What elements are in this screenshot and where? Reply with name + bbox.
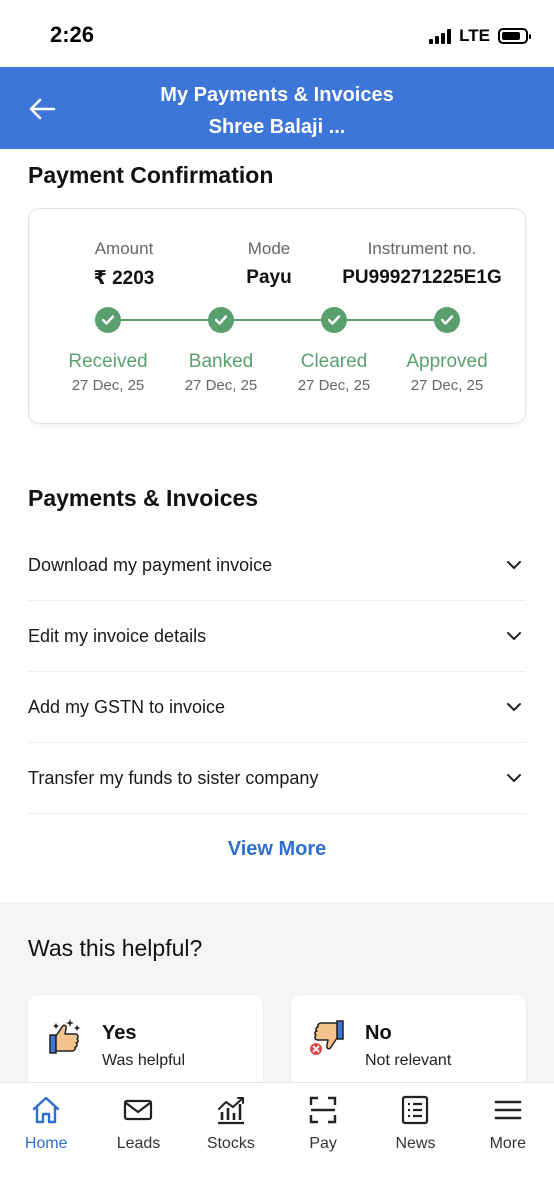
step-name: Cleared: [300, 351, 368, 372]
mode-block: Mode Payu: [219, 239, 319, 289]
instrument-block: Instrument no. PU999271225E1G: [329, 239, 515, 289]
chevron-down-icon: [504, 697, 524, 717]
instrument-value: PU999271225E1G: [342, 267, 502, 288]
step-date: 27 Dec, 25: [71, 377, 145, 394]
header-text: My Payments & Invoices Shree Balaji ...: [0, 79, 554, 143]
chevron-down-icon: [504, 555, 524, 575]
thumbs-down-icon: [310, 1020, 344, 1055]
bottom-nav: Home Leads Stocks Pay News More: [0, 1082, 554, 1200]
nav-pay[interactable]: Pay: [277, 1083, 369, 1200]
faq-add-gstn[interactable]: Add my GSTN to invoice: [28, 672, 526, 743]
page-title: My Payments & Invoices: [160, 84, 394, 106]
feedback-yes-title: Yes: [102, 1022, 137, 1044]
view-more-link[interactable]: View More: [0, 838, 554, 861]
mail-icon: [121, 1093, 155, 1127]
menu-icon: [491, 1093, 525, 1127]
faq-transfer-funds[interactable]: Transfer my funds to sister company: [28, 743, 526, 814]
feedback-yes-subtitle: Was helpful: [102, 1052, 185, 1069]
step-received: Received 27 Dec, 25: [48, 351, 168, 394]
chevron-down-icon: [504, 768, 524, 788]
payments-invoices-title: Payments & Invoices: [28, 485, 259, 511]
nav-label: Stocks: [206, 1135, 255, 1152]
amount-block: Amount ₹ 2203: [69, 239, 179, 290]
feedback-no-subtitle: Not relevant: [365, 1052, 452, 1069]
faq-text: Download my payment invoice: [28, 554, 273, 575]
nav-stocks[interactable]: Stocks: [185, 1083, 277, 1200]
payment-confirmation-title: Payment Confirmation: [28, 162, 274, 188]
scan-icon: [306, 1093, 340, 1127]
chart-icon: [214, 1093, 248, 1127]
thumbs-up-icon: [49, 1019, 80, 1054]
step-banked: Banked 27 Dec, 25: [161, 351, 281, 394]
nav-news[interactable]: News: [369, 1083, 461, 1200]
app-header: My Payments & Invoices Shree Balaji ...: [0, 67, 554, 149]
status-bar: 2:26 LTE: [0, 0, 554, 67]
chevron-down-icon: [504, 626, 524, 646]
step-cleared: Cleared 27 Dec, 25: [274, 351, 394, 394]
step-name: Received: [68, 351, 148, 372]
step-cleared-check-icon: [318, 304, 350, 336]
faq-text: Transfer my funds to sister company: [28, 767, 319, 788]
step-date: 27 Dec, 25: [184, 377, 258, 394]
nav-home[interactable]: Home: [0, 1083, 92, 1200]
battery-icon: [498, 28, 531, 44]
nav-label: More: [489, 1135, 527, 1152]
mode-label: Mode: [247, 239, 291, 258]
faq-download-invoice[interactable]: Download my payment invoice: [28, 530, 526, 601]
step-date: 27 Dec, 25: [410, 377, 484, 394]
step-banked-check-icon: [205, 304, 237, 336]
feedback-yes-card[interactable]: Yes Was helpful: [28, 995, 263, 1095]
amount-value: ₹ 2203: [93, 268, 155, 289]
faq-edit-invoice[interactable]: Edit my invoice details: [28, 601, 526, 672]
nav-more[interactable]: More: [462, 1083, 554, 1200]
home-icon: [29, 1093, 63, 1127]
payment-confirmation-card: Amount ₹ 2203 Mode Payu Instrument no. P…: [28, 208, 526, 424]
amount-label: Amount: [94, 239, 154, 258]
status-icons: LTE: [429, 26, 531, 46]
step-approved: Approved 27 Dec, 25: [387, 351, 507, 394]
nav-label: Home: [24, 1135, 68, 1152]
mode-value: Payu: [246, 267, 292, 288]
nav-label: Leads: [116, 1135, 161, 1152]
page-subtitle: Shree Balaji ...: [208, 116, 346, 138]
helpful-title: Was this helpful?: [28, 935, 203, 961]
nav-leads[interactable]: Leads: [92, 1083, 184, 1200]
faq-text: Add my GSTN to invoice: [28, 696, 226, 717]
step-name: Approved: [406, 351, 488, 372]
step-date: 27 Dec, 25: [297, 377, 371, 394]
instrument-label: Instrument no.: [367, 239, 477, 258]
step-received-check-icon: [92, 304, 124, 336]
nav-label: Pay: [309, 1135, 337, 1152]
step-approved-check-icon: [431, 304, 463, 336]
faq-text: Edit my invoice details: [28, 625, 207, 646]
nav-label: News: [395, 1135, 436, 1152]
signal-icon: [429, 28, 452, 44]
network-label: LTE: [459, 26, 490, 45]
status-time: 2:26: [50, 22, 95, 47]
feedback-no-title: No: [365, 1022, 392, 1044]
feedback-no-card[interactable]: No Not relevant: [291, 995, 526, 1095]
progress-line: [109, 319, 447, 321]
news-icon: [398, 1093, 432, 1127]
step-name: Banked: [188, 351, 254, 372]
